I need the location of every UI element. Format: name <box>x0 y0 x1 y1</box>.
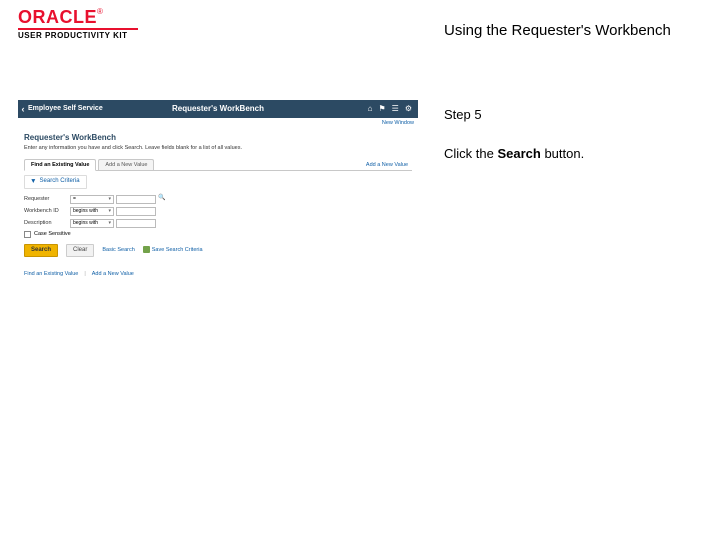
brand-divider <box>18 28 138 30</box>
instruction-bold: Search <box>497 146 540 161</box>
clear-button[interactable]: Clear <box>66 244 94 257</box>
brand-subtitle: USER PRODUCTIVITY KIT <box>18 31 430 40</box>
oracle-logo: ORACLE® <box>18 8 430 26</box>
requester-label: Requester <box>24 196 70 203</box>
chevron-down-icon: ▾ <box>108 208 111 214</box>
workbench-input[interactable] <box>116 207 156 216</box>
requester-op-value: = <box>73 196 76 202</box>
field-workbench: Workbench ID begins with ▾ <box>24 207 412 216</box>
oracle-brand: ORACLE® USER PRODUCTIVITY KIT <box>18 8 430 40</box>
menu-icon[interactable]: ☰ <box>392 104 399 114</box>
case-sensitive-checkbox[interactable] <box>24 231 31 238</box>
workbench-op-value: begins with <box>73 208 98 214</box>
basic-search-link[interactable]: Basic Search <box>102 247 134 254</box>
instruction-prefix: Click the <box>444 146 497 161</box>
save-criteria-label: Save Search Criteria <box>152 247 203 253</box>
requester-input[interactable] <box>116 195 156 204</box>
field-description: Description begins with ▾ <box>24 219 412 228</box>
workbench-label: Workbench ID <box>24 208 70 215</box>
back-label[interactable]: Employee Self Service <box>28 105 103 113</box>
chevron-down-icon: ▶ <box>30 179 36 183</box>
footer-find-link[interactable]: Find an Existing Value <box>24 271 78 278</box>
case-sensitive-row: Case Sensitive <box>24 231 412 238</box>
search-criteria-header[interactable]: ▶ Search Criteria <box>24 175 87 188</box>
gear-icon[interactable]: ⚙ <box>405 104 412 114</box>
case-sensitive-label: Case Sensitive <box>34 231 71 238</box>
description-op-select[interactable]: begins with ▾ <box>70 219 114 228</box>
app-header: ‹ Employee Self Service Requester's Work… <box>18 100 418 118</box>
step-label: Step 5 <box>444 107 702 122</box>
requester-op-select[interactable]: = ▾ <box>70 195 114 204</box>
tab-add-new[interactable]: Add a New Value <box>98 159 154 171</box>
criteria-header-label: Search Criteria <box>40 178 80 184</box>
search-tabs: Find an Existing Value Add a New Value A… <box>24 158 412 172</box>
oracle-trademark: ® <box>97 7 103 16</box>
page-title: Requester's WorkBench <box>24 133 412 143</box>
new-window-link[interactable]: New Window <box>382 120 414 127</box>
chevron-down-icon: ▾ <box>108 196 111 202</box>
page-description: Enter any information you have and click… <box>24 145 412 152</box>
workbench-op-select[interactable]: begins with ▾ <box>70 207 114 216</box>
save-criteria-link[interactable]: Save Search Criteria <box>143 246 203 254</box>
chevron-down-icon: ▾ <box>108 220 111 226</box>
footer-links: Find an Existing Value | Add a New Value <box>24 271 412 278</box>
back-chevron-icon[interactable]: ‹ <box>18 100 28 118</box>
field-requester: Requester = ▾ 🔍 <box>24 195 412 204</box>
footer-divider: | <box>84 271 85 278</box>
tab-find-existing[interactable]: Find an Existing Value <box>24 159 96 172</box>
lookup-icon[interactable]: 🔍 <box>158 195 166 203</box>
description-op-value: begins with <box>73 220 98 226</box>
home-icon[interactable]: ⌂ <box>368 104 373 114</box>
button-row: Search Clear Basic Search Save Search Cr… <box>24 244 412 257</box>
instruction-suffix: button. <box>541 146 584 161</box>
description-input[interactable] <box>116 219 156 228</box>
flag-icon[interactable]: ⚑ <box>378 104 385 114</box>
app-subbar: New Window <box>18 118 418 129</box>
app-screenshot: ‹ Employee Self Service Requester's Work… <box>18 100 418 281</box>
instruction-text: Click the Search button. <box>444 146 702 161</box>
footer-add-link[interactable]: Add a New Value <box>92 271 134 278</box>
description-label: Description <box>24 220 70 227</box>
document-title: Using the Requester's Workbench <box>444 10 702 107</box>
save-icon <box>143 246 150 253</box>
oracle-logo-text: ORACLE <box>18 7 97 27</box>
search-button[interactable]: Search <box>24 244 58 257</box>
add-new-value-link[interactable]: Add a New Value <box>366 162 408 171</box>
